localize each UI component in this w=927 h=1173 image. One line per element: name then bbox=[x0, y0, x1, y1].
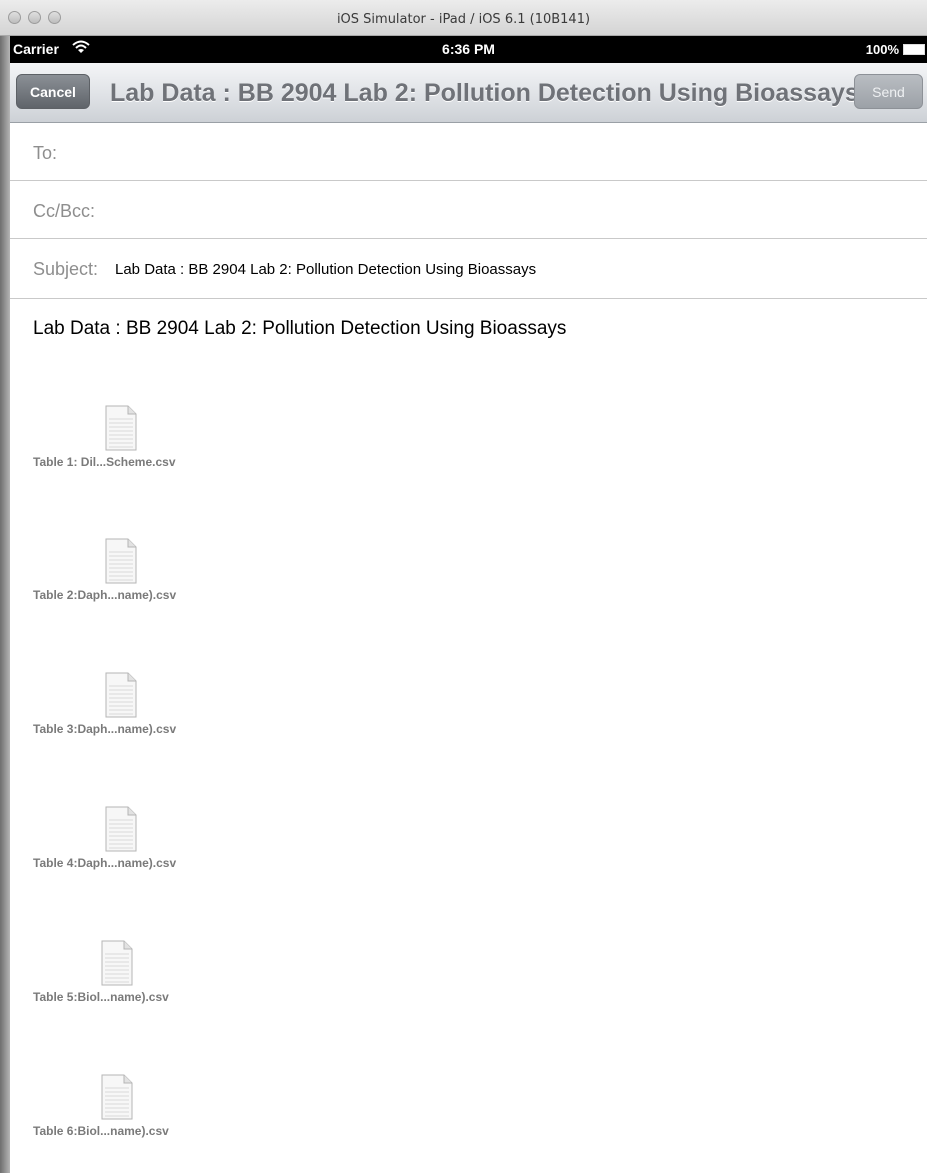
attachment-filename: Table 6:Biol...name).csv bbox=[33, 1124, 169, 1138]
to-label: To: bbox=[33, 143, 58, 163]
to-field[interactable]: To: bbox=[10, 123, 927, 181]
attachment-filename: Table 2:Daph...name).csv bbox=[33, 588, 177, 602]
battery-icon bbox=[903, 44, 925, 55]
document-icon[interactable] bbox=[105, 806, 137, 852]
subject-input[interactable]: Lab Data : BB 2904 Lab 2: Pollution Dete… bbox=[115, 261, 536, 278]
message-body[interactable]: Lab Data : BB 2904 Lab 2: Pollution Dete… bbox=[33, 318, 566, 340]
battery-percentage: 100% bbox=[865, 42, 899, 57]
attachment-filename: Table 5:Biol...name).csv bbox=[33, 990, 169, 1004]
attachment-filename: Table 4:Daph...name).csv bbox=[33, 856, 177, 870]
document-icon[interactable] bbox=[105, 405, 137, 451]
attachment-filename: Table 1: Dil...Scheme.csv bbox=[33, 455, 176, 469]
cancel-button[interactable]: Cancel bbox=[16, 74, 90, 109]
cc-bcc-field[interactable]: Cc/Bcc: bbox=[10, 181, 927, 239]
attachment-filename: Table 3:Daph...name).csv bbox=[33, 722, 177, 736]
compose-title: Lab Data : BB 2904 Lab 2: Pollution Dete… bbox=[110, 79, 859, 107]
compose-nav-bar: Cancel Lab Data : BB 2904 Lab 2: Polluti… bbox=[10, 63, 927, 123]
window-title: iOS Simulator - iPad / iOS 6.1 (10B141) bbox=[336, 12, 591, 27]
subject-label: Subject: bbox=[33, 259, 99, 279]
ipad-screen: Carrier 6:36 PM 100% Cancel Lab Data : B… bbox=[10, 36, 927, 1173]
send-button[interactable]: Send bbox=[854, 74, 923, 109]
subject-field[interactable]: Subject: Lab Data : BB 2904 Lab 2: Pollu… bbox=[10, 239, 927, 299]
document-icon[interactable] bbox=[101, 1074, 133, 1120]
simulator-frame bbox=[0, 36, 10, 1173]
window-titlebar: iOS Simulator - iPad / iOS 6.1 (10B141) bbox=[0, 0, 927, 36]
document-icon[interactable] bbox=[105, 538, 137, 584]
document-icon[interactable] bbox=[101, 940, 133, 986]
cc-bcc-label: Cc/Bcc: bbox=[33, 201, 96, 221]
status-bar: Carrier 6:36 PM 100% bbox=[10, 36, 927, 63]
document-icon[interactable] bbox=[105, 672, 137, 718]
status-time: 6:36 PM bbox=[442, 41, 495, 57]
